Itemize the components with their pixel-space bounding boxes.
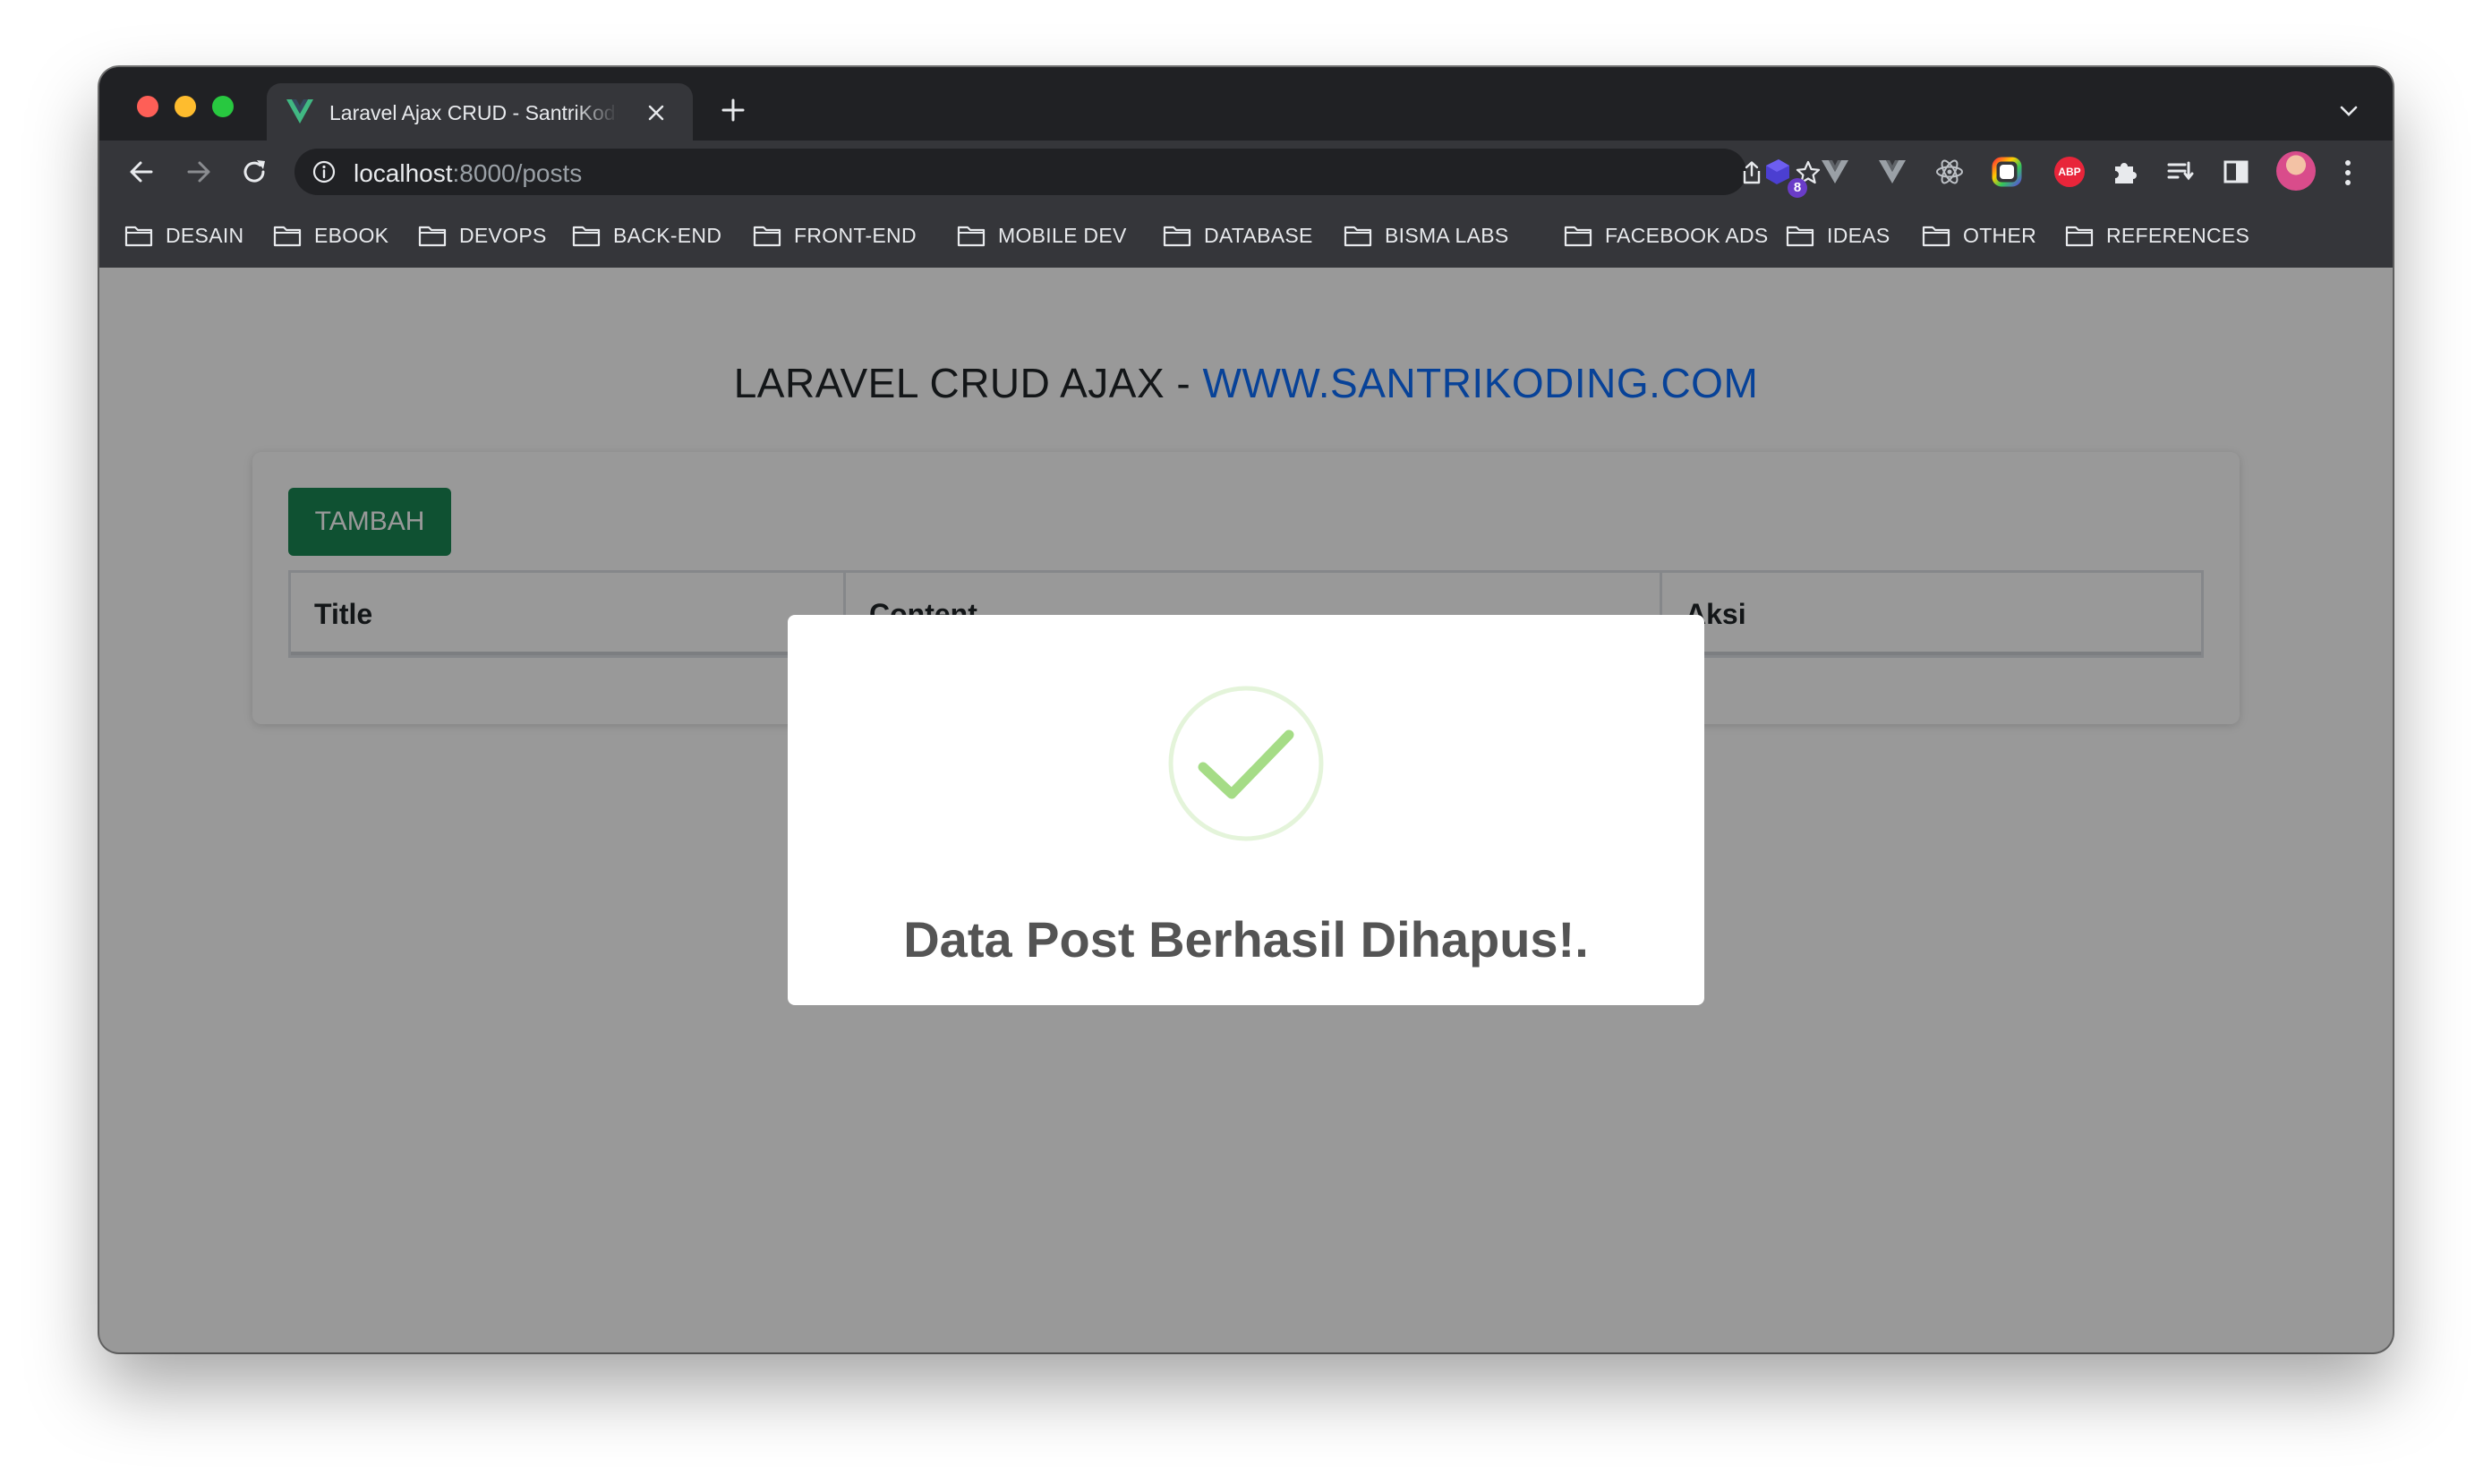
reading-list-icon[interactable] (2163, 155, 2198, 189)
info-icon[interactable] (312, 160, 336, 183)
zoom-window-button[interactable] (212, 96, 234, 117)
bookmark-folder[interactable]: IDEAS (1786, 221, 1890, 250)
title-bar: Laravel Ajax CRUD - SantriKoding.com (99, 67, 2393, 141)
toolbar: localhost:8000/posts 8 ABP (99, 141, 2393, 203)
bookmark-folder[interactable]: REFERENCES (2065, 221, 2249, 250)
bookmark-label: DESAIN (166, 223, 244, 247)
bookmark-folder[interactable]: DESAIN (124, 221, 243, 250)
bookmark-folder[interactable]: DEVOPS (418, 221, 547, 250)
back-arrow-icon[interactable] (126, 157, 157, 187)
folder-icon (124, 226, 153, 247)
close-tab-icon[interactable] (646, 103, 666, 123)
url-text[interactable]: localhost:8000/posts (354, 159, 582, 188)
folder-icon (957, 226, 986, 247)
tab-title: Laravel Ajax CRUD - SantriKoding.com (329, 101, 618, 124)
bookmark-folder[interactable]: EBOOK (273, 221, 388, 250)
bookmark-label: DEVOPS (459, 223, 547, 247)
close-window-button[interactable] (137, 96, 158, 117)
chevron-down-icon[interactable] (2339, 105, 2359, 117)
extension-badge: 8 (1788, 178, 1807, 198)
bookmark-folder[interactable]: FRONT-END (753, 221, 917, 250)
browser-window: Laravel Ajax CRUD - SantriKoding.com (99, 67, 2393, 1352)
vue-devtools-icon[interactable] (1875, 155, 1909, 189)
folder-icon (1564, 226, 1592, 247)
bookmark-folder[interactable]: OTHER (1922, 221, 2036, 250)
bookmark-label: OTHER (1963, 223, 2036, 247)
bookmark-folder[interactable]: MOBILE DEV (957, 221, 1127, 250)
url-host: localhost (354, 159, 453, 187)
extensions-puzzle-icon[interactable] (2108, 155, 2142, 189)
folder-icon (1922, 226, 1950, 247)
dialog-title: Data Post Berhasil Dihapus!. (903, 911, 1589, 968)
profile-avatar[interactable] (2276, 151, 2316, 191)
bookmarks-bar: DESAIN EBOOK DEVOPS BACK-END FRONT-END MOBILE… (99, 203, 2393, 269)
side-panel-icon[interactable] (2219, 155, 2253, 189)
forward-arrow-icon[interactable] (183, 157, 214, 187)
minimize-window-button[interactable] (175, 96, 196, 117)
more-options-icon[interactable] (2343, 158, 2353, 187)
address-bar[interactable]: localhost:8000/posts (294, 149, 1821, 195)
folder-icon (1786, 226, 1814, 247)
success-check-icon (1168, 686, 1324, 841)
color-picker-icon[interactable] (1990, 155, 2024, 189)
folder-icon (273, 226, 302, 247)
bookmark-label: DATABASE (1204, 223, 1313, 247)
bookmark-label: FACEBOOK ADS (1605, 223, 1769, 247)
success-dialog: Data Post Berhasil Dihapus!. (788, 615, 1704, 1005)
bookmark-label: BISMA LABS (1385, 223, 1509, 247)
bookmark-folder[interactable]: BISMA LABS (1344, 221, 1509, 250)
url-path: :8000/posts (452, 159, 583, 187)
reload-icon[interactable] (239, 157, 269, 187)
folder-icon (1163, 226, 1191, 247)
adblock-icon[interactable]: ABP (2054, 157, 2085, 187)
folder-icon (2065, 226, 2094, 247)
bookmark-folder[interactable]: BACK-END (572, 221, 721, 250)
bookmark-label: FRONT-END (794, 223, 917, 247)
bookmark-label: REFERENCES (2106, 223, 2250, 247)
folder-icon (418, 226, 447, 247)
bookmark-label: IDEAS (1827, 223, 1890, 247)
page-viewport: LARAVEL CRUD AJAX - WWW.SANTRIKODING.COM… (99, 268, 2393, 1352)
browser-tab[interactable]: Laravel Ajax CRUD - SantriKoding.com (267, 83, 693, 141)
react-devtools-icon[interactable] (1933, 155, 1967, 189)
folder-icon (753, 226, 781, 247)
folder-icon (1344, 226, 1372, 247)
bookmark-label: MOBILE DEV (998, 223, 1127, 247)
folder-icon (572, 226, 601, 247)
bookmark-label: BACK-END (613, 223, 722, 247)
vue-devtools-icon[interactable] (1818, 155, 1852, 189)
bookmark-folder[interactable]: FACEBOOK ADS (1564, 221, 1769, 250)
bookmark-label: EBOOK (314, 223, 389, 247)
bookmark-folder[interactable]: DATABASE (1163, 221, 1313, 250)
vue-logo-icon (286, 99, 313, 124)
new-tab-icon[interactable] (721, 98, 746, 123)
